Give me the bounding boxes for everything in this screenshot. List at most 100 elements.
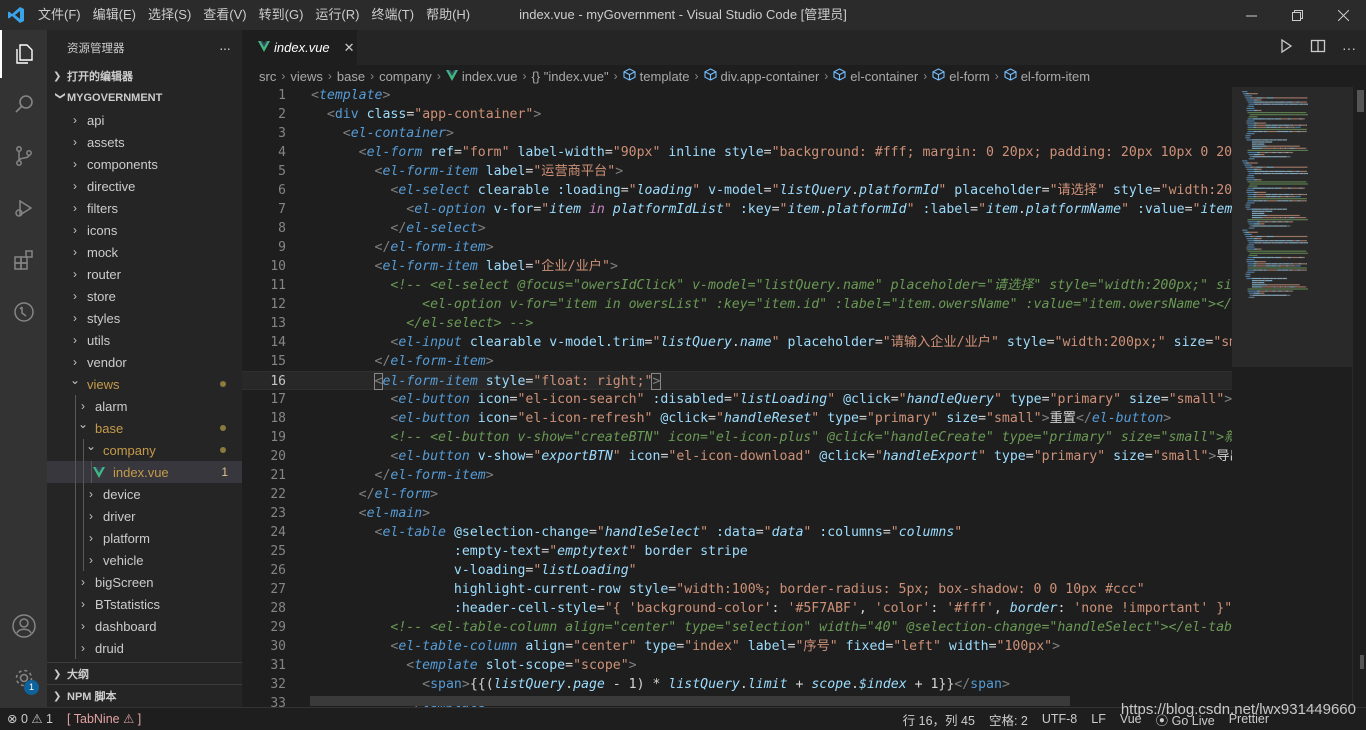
- restore-icon[interactable]: [1274, 0, 1320, 30]
- code-line[interactable]: 11 <!-- <el-select @focus="owersIdClick"…: [242, 276, 1232, 295]
- go-live-button[interactable]: ⦿ Go Live: [1149, 708, 1222, 730]
- breadcrumb-item[interactable]: template: [640, 69, 690, 84]
- code-line[interactable]: 22 </el-form>: [242, 485, 1232, 504]
- more-actions-icon[interactable]: ···: [1342, 40, 1356, 56]
- problems-indicator[interactable]: ⊗ 0 ⚠ 1: [0, 708, 60, 730]
- folder-item[interactable]: › vehicle: [47, 549, 242, 571]
- code-editor[interactable]: 1 <template> 2 <div class="app-container">…: [242, 87, 1232, 707]
- outline-section[interactable]: ❯ 大纲: [47, 663, 242, 685]
- folder-item[interactable]: › styles: [47, 307, 242, 329]
- code-line[interactable]: 25 :empty-text="emptytext" border stripe: [242, 542, 1232, 561]
- indentation[interactable]: 空格: 2: [982, 708, 1035, 730]
- code-line[interactable]: 29 <!-- <el-table-column align="center" …: [242, 618, 1232, 637]
- folder-item[interactable]: › assets: [47, 131, 242, 153]
- menu-item[interactable]: 编辑(E): [87, 0, 142, 30]
- folder-item[interactable]: ⌄ base: [47, 417, 242, 439]
- code-line[interactable]: 26 v-loading="listLoading": [242, 561, 1232, 580]
- folder-item[interactable]: › api: [47, 109, 242, 131]
- code-line[interactable]: 15 </el-form-item>: [242, 352, 1232, 371]
- scrollbar-thumb[interactable]: [1357, 90, 1364, 112]
- menu-item[interactable]: 终端(T): [365, 0, 420, 30]
- menu-item[interactable]: 选择(S): [142, 0, 197, 30]
- menu-item[interactable]: 帮助(H): [420, 0, 476, 30]
- code-line[interactable]: 2 <div class="app-container">: [242, 105, 1232, 124]
- code-line[interactable]: 24 <el-table @selection-change="handleSe…: [242, 523, 1232, 542]
- open-editors-section[interactable]: ❯ 打开的编辑器: [47, 65, 242, 87]
- menu-item[interactable]: 查看(V): [197, 0, 252, 30]
- minimap[interactable]: [1232, 87, 1352, 707]
- code-line[interactable]: 28 :header-cell-style="{ 'background-col…: [242, 599, 1232, 618]
- minimap-slider[interactable]: [1232, 87, 1352, 367]
- folder-item[interactable]: › BTstatistics: [47, 593, 242, 615]
- search-icon[interactable]: [0, 80, 47, 128]
- folder-item[interactable]: ⌄ views: [47, 373, 242, 395]
- breadcrumb-item[interactable]: el-container: [850, 69, 918, 84]
- code-line[interactable]: 4 <el-form ref="form" label-width="90px"…: [242, 143, 1232, 162]
- breadcrumb-item[interactable]: {} "index.vue": [531, 69, 608, 84]
- run-icon[interactable]: [1278, 38, 1294, 57]
- source-control-icon[interactable]: [0, 132, 47, 180]
- code-line[interactable]: 8 </el-select>: [242, 219, 1232, 238]
- menu-item[interactable]: 转到(G): [253, 0, 310, 30]
- tab-index-vue[interactable]: index.vue ✕: [242, 30, 357, 65]
- remote-icon[interactable]: [0, 288, 47, 336]
- run-debug-icon[interactable]: [0, 184, 47, 232]
- code-line[interactable]: 10 <el-form-item label="企业/业户">: [242, 257, 1232, 276]
- code-line[interactable]: 6 <el-select clearable :loading="loading…: [242, 181, 1232, 200]
- code-line[interactable]: 20 <el-button v-show="exportBTN" icon="e…: [242, 447, 1232, 466]
- explorer-icon[interactable]: [0, 30, 47, 78]
- code-line[interactable]: 19 <!-- <el-button v-show="createBTN" ic…: [242, 428, 1232, 447]
- folder-item[interactable]: › driver: [47, 505, 242, 527]
- menu-item[interactable]: 运行(R): [309, 0, 365, 30]
- folder-item[interactable]: › alarm: [47, 395, 242, 417]
- folder-item[interactable]: › directive: [47, 175, 242, 197]
- code-line[interactable]: 23 <el-main>: [242, 504, 1232, 523]
- code-line[interactable]: 13 </el-select> -->: [242, 314, 1232, 333]
- breadcrumb-item[interactable]: base: [337, 69, 365, 84]
- folder-item[interactable]: ⌄ company: [47, 439, 242, 461]
- code-line[interactable]: 17 <el-button icon="el-icon-search" :dis…: [242, 390, 1232, 409]
- code-line[interactable]: 5 <el-form-item label="运营商平台">: [242, 162, 1232, 181]
- close-tab-icon[interactable]: ✕: [344, 40, 355, 56]
- code-line[interactable]: 27 highlight-current-row style="width:10…: [242, 580, 1232, 599]
- code-line[interactable]: 30 <el-table-column align="center" type=…: [242, 637, 1232, 656]
- cursor-position[interactable]: 行 16，列 45: [896, 708, 982, 730]
- folder-item[interactable]: › bigScreen: [47, 571, 242, 593]
- breadcrumb-item[interactable]: views: [290, 69, 323, 84]
- code-line[interactable]: 1 <template>: [242, 87, 1232, 105]
- breadcrumb-item[interactable]: div.app-container: [721, 69, 820, 84]
- file-item[interactable]: index.vue 1: [47, 461, 242, 483]
- workspace-section[interactable]: ❯ MYGOVERNMENT: [47, 87, 242, 109]
- code-line[interactable]: 18 <el-button icon="el-icon-refresh" @cl…: [242, 409, 1232, 428]
- folder-item[interactable]: › store: [47, 285, 242, 307]
- npm-scripts-section[interactable]: ❯ NPM 脚本: [47, 685, 242, 707]
- breadcrumb-item[interactable]: el-form-item: [1021, 69, 1090, 84]
- folder-item[interactable]: › druid: [47, 637, 242, 659]
- folder-item[interactable]: › filters: [47, 197, 242, 219]
- code-line[interactable]: 31 <template slot-scope="scope">: [242, 656, 1232, 675]
- vertical-scrollbar[interactable]: [1352, 87, 1366, 707]
- extensions-icon[interactable]: [0, 236, 47, 284]
- more-actions-icon[interactable]: ···: [219, 40, 231, 56]
- prettier-status[interactable]: Prettier: [1222, 708, 1276, 730]
- code-line[interactable]: 12 <el-option v-for="item in owersList" …: [242, 295, 1232, 314]
- breadcrumb-item[interactable]: el-form: [949, 69, 989, 84]
- account-icon[interactable]: [0, 602, 47, 650]
- code-line[interactable]: 7 <el-option v-for="item in platformIdLi…: [242, 200, 1232, 219]
- code-line[interactable]: 21 </el-form-item>: [242, 466, 1232, 485]
- horizontal-scrollbar[interactable]: [310, 696, 1070, 706]
- folder-item[interactable]: › components: [47, 153, 242, 175]
- code-line[interactable]: 32 <span>{{(listQuery.page - 1) * listQu…: [242, 675, 1232, 694]
- close-window-icon[interactable]: [1320, 0, 1366, 30]
- encoding[interactable]: UTF-8: [1035, 708, 1084, 730]
- breadcrumb-item[interactable]: company: [379, 69, 432, 84]
- folder-item[interactable]: › icons: [47, 219, 242, 241]
- code-line[interactable]: 14 <el-input clearable v-model.trim="lis…: [242, 333, 1232, 352]
- tabnine-status[interactable]: [ TabNine ⚠ ]: [60, 708, 148, 730]
- folder-item[interactable]: › dashboard: [47, 615, 242, 637]
- code-line[interactable]: 9 </el-form-item>: [242, 238, 1232, 257]
- breadcrumb-item[interactable]: src: [259, 69, 276, 84]
- breadcrumb-item[interactable]: index.vue: [462, 69, 518, 84]
- split-editor-icon[interactable]: [1310, 38, 1326, 57]
- end-of-line[interactable]: LF: [1084, 708, 1113, 730]
